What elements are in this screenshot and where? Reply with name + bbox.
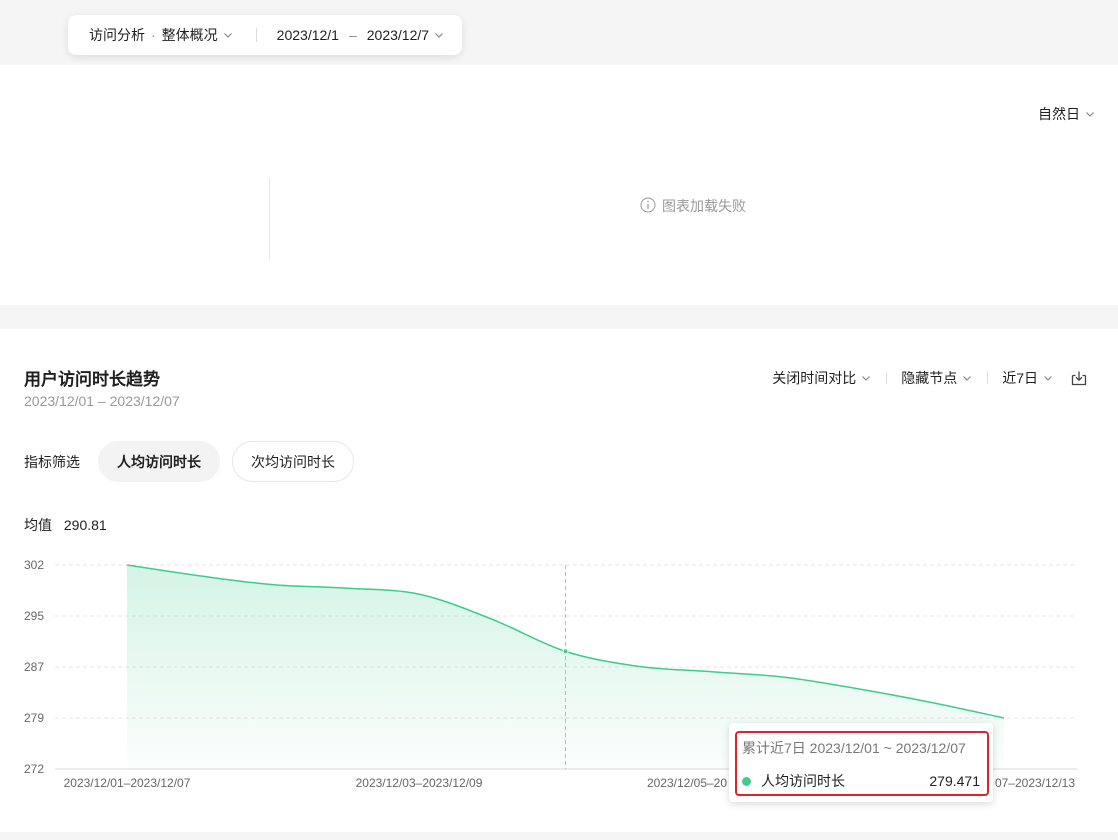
chevron-down-icon	[222, 29, 234, 41]
overview-label: 整体概况	[161, 27, 218, 43]
y-tick-label: 302	[24, 558, 44, 572]
tooltip-series-name: 人均访问时长	[761, 773, 845, 789]
date-start: 2023/12/1	[276, 27, 339, 43]
date-separator: –	[348, 27, 357, 43]
time-compare-dropdown[interactable]: 关闭时间对比	[772, 368, 872, 388]
section-gap	[0, 305, 1118, 329]
trend-title: 用户访问时长趋势	[24, 370, 160, 389]
analysis-selector[interactable]: 访问分析 · 整体概况	[68, 25, 234, 45]
chevron-down-icon	[961, 372, 973, 384]
x-tick-label: 2023/12/01–2023/12/07	[64, 776, 191, 790]
time-compare-label: 关闭时间对比	[772, 370, 857, 386]
filter-bar: 访问分析 · 整体概况 2023/12/1 – 2023/12/7	[68, 15, 462, 55]
date-end: 2023/12/7	[366, 27, 430, 43]
series-dot-icon	[742, 776, 751, 786]
separator-dot: ·	[151, 27, 156, 43]
node-visibility-label: 隐藏节点	[901, 370, 958, 386]
tooltip-row: 人均访问时长 279.471	[742, 771, 980, 791]
bottom-background	[0, 832, 1118, 840]
metric-filter: 指标筛选 人均访问时长 次均访问时长	[24, 441, 366, 482]
chart-toolbar: 关闭时间对比 隐藏节点 近7日	[772, 368, 1088, 388]
granularity-dropdown[interactable]: 自然日	[1038, 104, 1096, 124]
x-tick-label: 07–2023/12/13	[995, 776, 1075, 790]
y-tick-label: 287	[24, 660, 44, 674]
chevron-down-icon	[1084, 108, 1096, 120]
info-icon	[640, 197, 656, 216]
chevron-down-icon	[860, 372, 872, 384]
toolbar-divider	[886, 372, 888, 384]
x-tick-label: 2023/12/05–20	[647, 776, 727, 790]
average-value: 均值 290.81	[24, 515, 107, 535]
y-tick-label: 295	[24, 609, 44, 623]
filter-divider	[255, 28, 257, 42]
metric-option-per-user[interactable]: 人均访问时长	[98, 441, 220, 482]
date-range-picker[interactable]: 2023/12/1 – 2023/12/7	[277, 27, 445, 43]
chevron-down-icon	[1042, 372, 1054, 384]
load-error-text: 图表加载失败	[662, 198, 746, 214]
chart-load-error: 图表加载失败	[640, 196, 746, 216]
average-number: 290.81	[63, 517, 107, 533]
analysis-type-label: 访问分析	[89, 27, 145, 43]
average-label: 均值	[24, 517, 52, 533]
toolbar-divider	[987, 372, 989, 384]
hover-point	[562, 648, 569, 655]
trend-card: 用户访问时长趋势 2023/12/01 – 2023/12/07 关闭时间对比 …	[0, 329, 1118, 832]
y-tick-label: 279	[24, 711, 44, 725]
download-icon[interactable]	[1070, 369, 1088, 387]
tooltip-header: 累计近7日 2023/12/01 ~ 2023/12/07	[742, 740, 966, 756]
granularity-label: 自然日	[1038, 106, 1080, 122]
overview-card: 自然日 图表加载失败	[0, 65, 1118, 305]
chart-tooltip: 累计近7日 2023/12/01 ~ 2023/12/07 人均访问时长 279…	[729, 723, 993, 802]
y-tick-label: 272	[24, 762, 44, 776]
tooltip-value: 279.471	[929, 773, 980, 789]
metric-filter-label: 指标筛选	[24, 453, 80, 470]
node-visibility-dropdown[interactable]: 隐藏节点	[901, 368, 973, 388]
period-dropdown[interactable]: 近7日	[1002, 368, 1054, 388]
x-tick-label: 2023/12/03–2023/12/09	[356, 776, 483, 790]
trend-date-range: 2023/12/01 – 2023/12/07	[24, 393, 180, 409]
period-label: 近7日	[1002, 370, 1038, 386]
panel-divider	[269, 178, 270, 260]
chevron-down-icon	[433, 29, 445, 41]
metric-option-per-visit[interactable]: 次均访问时长	[232, 441, 354, 482]
